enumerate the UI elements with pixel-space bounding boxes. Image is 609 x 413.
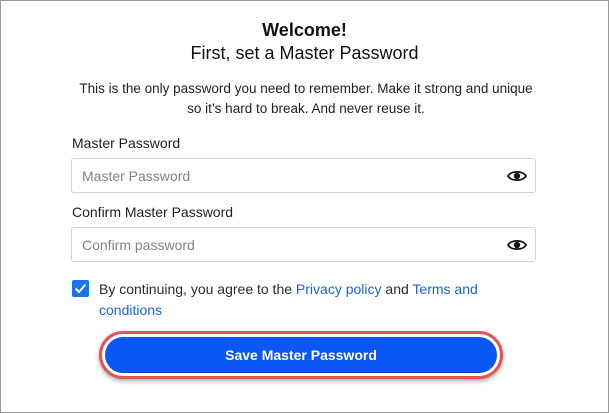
agreement-connector: and bbox=[381, 281, 413, 297]
master-password-field-wrapper bbox=[71, 158, 536, 193]
checkmark-icon bbox=[74, 283, 87, 294]
welcome-heading: Welcome! bbox=[262, 20, 347, 40]
eye-icon[interactable] bbox=[507, 168, 527, 184]
page-title: First, set a Master Password bbox=[190, 43, 419, 63]
confirm-password-label: Confirm Master Password bbox=[72, 204, 234, 220]
save-master-password-button[interactable]: Save Master Password bbox=[105, 337, 497, 373]
master-password-label: Master Password bbox=[72, 135, 181, 151]
confirm-password-input[interactable] bbox=[72, 228, 502, 261]
agreement-text: By continuing, you agree to the Privacy … bbox=[99, 279, 499, 321]
agreement-prefix: By continuing, you agree to the bbox=[99, 281, 296, 297]
privacy-policy-link[interactable]: Privacy policy bbox=[296, 281, 382, 297]
description-text: This is the only password you need to re… bbox=[79, 81, 533, 116]
agree-checkbox[interactable] bbox=[72, 280, 89, 297]
save-button-highlight: Save Master Password bbox=[99, 331, 503, 379]
confirm-password-field-wrapper bbox=[71, 227, 536, 262]
master-password-input[interactable] bbox=[72, 159, 502, 192]
setup-dialog: Welcome! First, set a Master Password Th… bbox=[0, 0, 609, 413]
eye-icon[interactable] bbox=[507, 237, 527, 253]
